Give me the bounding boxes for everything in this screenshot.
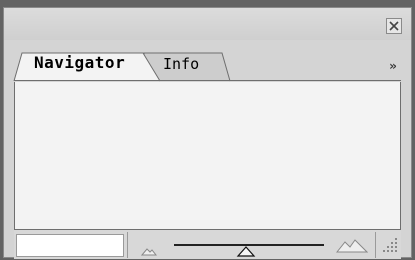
- panel-title-bar[interactable]: [4, 8, 411, 40]
- zoom-out-mountain-icon[interactable]: [140, 241, 158, 260]
- tab-strip: Navigator Info ››: [4, 40, 411, 82]
- panel-menu-icon[interactable]: ››: [389, 59, 397, 73]
- zoom-slider[interactable]: [174, 236, 324, 258]
- navigator-panel: Navigator Info ››: [3, 7, 412, 259]
- zoom-bar: [14, 229, 401, 259]
- close-icon[interactable]: [386, 18, 402, 34]
- navigator-preview-area[interactable]: [14, 82, 401, 229]
- zoom-in-mountain-icon[interactable]: [335, 237, 369, 257]
- divider: [375, 232, 376, 258]
- tab-baseline: [14, 80, 401, 81]
- tab-navigator[interactable]: Navigator: [34, 53, 125, 72]
- zoom-percent-input[interactable]: [16, 234, 124, 257]
- divider: [127, 232, 128, 258]
- resize-grip-icon[interactable]: [381, 236, 399, 258]
- tab-info[interactable]: Info: [163, 55, 199, 73]
